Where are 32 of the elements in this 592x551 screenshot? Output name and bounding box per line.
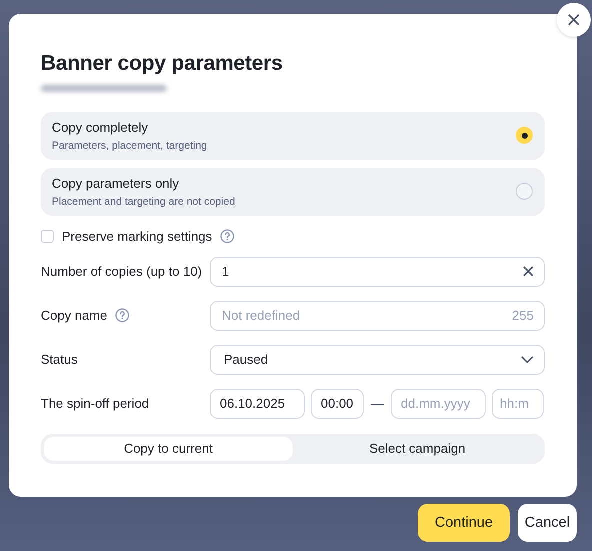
time-field[interactable]: 00:00: [311, 388, 364, 418]
close-button[interactable]: [557, 3, 591, 37]
segment-tab[interactable]: Select campaign: [293, 436, 542, 461]
placeholder-text: Not redefined: [222, 308, 300, 323]
status-dropdown[interactable]: Paused: [210, 344, 545, 374]
field-label: Number of copies (up to 10): [41, 264, 202, 279]
help-icon[interactable]: [220, 229, 236, 244]
character-counter: 255: [512, 308, 534, 323]
date-field[interactable]: 06.10.2025: [210, 388, 305, 418]
radio-button[interactable]: [516, 183, 533, 200]
chevron-down-icon: [521, 356, 534, 364]
clear-icon[interactable]: [523, 266, 534, 277]
cancel-button[interactable]: Cancel: [518, 504, 577, 542]
field-label: Status: [41, 352, 78, 367]
continue-button[interactable]: Continue: [418, 504, 510, 542]
checkbox-label: Preserve marking settings: [62, 229, 212, 244]
radio-button[interactable]: [516, 127, 533, 144]
field-label: The spin-off period: [41, 396, 150, 411]
option-title: Copy parameters only: [52, 176, 180, 191]
help-icon[interactable]: [115, 308, 130, 323]
dialog-title: Banner copy parameters: [41, 52, 284, 76]
close-icon: [568, 14, 580, 26]
option-card[interactable]: Copy parameters only Placement and targeting are not copied: [41, 168, 545, 216]
option-card[interactable]: Copy completely Parameters, placement, targeting: [41, 112, 545, 160]
input-field[interactable]: 1: [210, 256, 545, 286]
option-description: Parameters, placement, targeting: [52, 140, 208, 152]
segment-tab[interactable]: Copy to current: [44, 436, 293, 461]
checkbox[interactable]: [41, 230, 54, 244]
range-dash: —: [371, 396, 384, 411]
option-title: Copy completely: [52, 120, 150, 135]
field-label: Copy name: [41, 308, 108, 323]
option-description: Placement and targeting are not copied: [52, 196, 236, 208]
